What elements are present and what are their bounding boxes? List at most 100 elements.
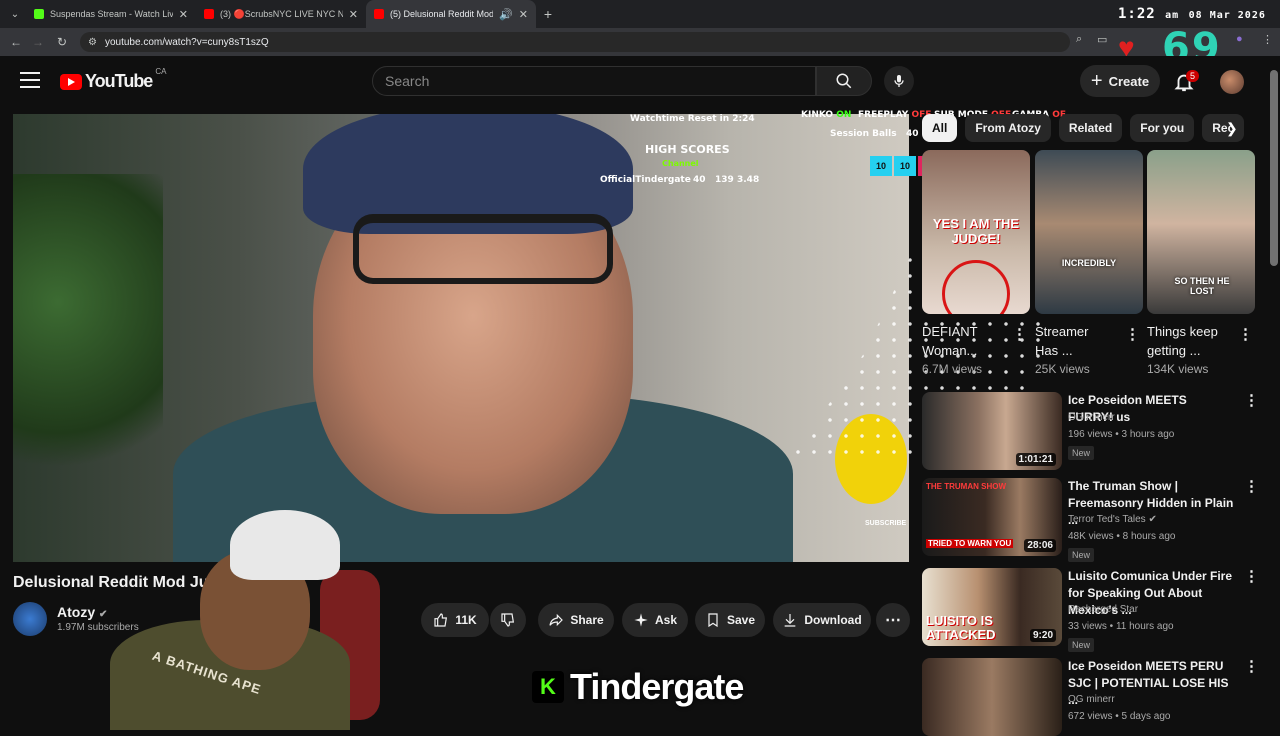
page-scrollbar[interactable] <box>1270 70 1278 266</box>
bookmark-icon <box>708 613 718 628</box>
download-icon <box>784 614 796 627</box>
chip-all[interactable]: All <box>922 114 958 142</box>
chip-for-you[interactable]: For you <box>1130 114 1195 142</box>
video-thumbnail[interactable]: LUISITO IS ATTACKED 9:20 <box>922 568 1062 646</box>
more-vertical-icon[interactable]: ⋮ <box>1238 327 1253 342</box>
video-meta: 196 views • 3 hours ago <box>1068 429 1175 440</box>
channel-name: Terror Ted's Tales ✔ <box>1068 514 1157 525</box>
youtube-favicon-icon <box>204 9 214 19</box>
voice-search-button[interactable] <box>884 66 914 96</box>
reload-icon[interactable]: ↻ <box>50 35 74 49</box>
state: ON <box>836 110 852 120</box>
recommended-video[interactable]: THE TRUMAN SHOW TRIED TO WARN YOU 28:06 … <box>922 478 1262 562</box>
chevron-right-icon[interactable]: ❯ <box>1226 120 1246 140</box>
counter-box: 10 <box>894 156 916 176</box>
channel-name-text: Terror Ted's Tales <box>1068 514 1146 525</box>
short-title[interactable]: Streamer Has ... <box>1035 322 1115 360</box>
browser-tab-active[interactable]: (5) Delusional Reddit Mod 🔊 ✕ <box>366 0 536 28</box>
zoom-icon[interactable]: ⌕ <box>1076 33 1082 46</box>
more-vertical-icon[interactable]: ⋮ <box>1244 569 1259 584</box>
new-badge: New <box>1068 446 1095 460</box>
forward-icon[interactable]: → <box>26 35 50 49</box>
browser-tab[interactable]: (3) 🔴ScrubsNYC LIVE NYC Ne ✕ <box>196 0 366 28</box>
close-tab-icon[interactable]: ✕ <box>349 8 358 21</box>
short-caption: SO THEN HE LOST <box>1174 276 1230 296</box>
short-title[interactable]: DEFIANT Woman... <box>922 322 1002 360</box>
youtube-play-icon <box>60 73 82 90</box>
short-views: 25K views <box>1035 362 1090 376</box>
freeplay-status: FREEPLAY OFF <box>858 110 931 120</box>
browser-tab[interactable]: Suspendas Stream - Watch Live ✕ <box>26 0 196 28</box>
plant-decor <box>13 174 163 494</box>
address-bar[interactable]: ⚙ youtube.com/watch?v=cuny8sT1szQ <box>80 32 1070 52</box>
counter-box: 10 <box>870 156 892 176</box>
recommended-video[interactable]: 1:01:21 Ice Poseidon MEETS FURRY! us OG … <box>922 392 1262 470</box>
video-thumbnail[interactable]: 1:01:21 <box>922 392 1062 470</box>
search-input[interactable]: Search <box>372 66 816 96</box>
channel-name: Recharged Star <box>1068 604 1139 615</box>
tab-title: Suspendas Stream - Watch Live <box>50 9 173 19</box>
chip-related[interactable]: Related <box>1058 114 1123 142</box>
dislike-button[interactable] <box>490 603 526 637</box>
profile-icon[interactable]: ● <box>1236 33 1243 45</box>
ask-button[interactable]: Ask <box>622 603 688 637</box>
watchtime-text: Watchtime Reset in 2:24 <box>630 114 755 124</box>
new-tab-button[interactable]: + <box>536 6 560 22</box>
recommended-video[interactable]: LUISITO IS ATTACKED 9:20 Luisito Comunic… <box>922 568 1262 652</box>
short-thumbnail[interactable]: INCREDIBLY <box>1035 150 1143 314</box>
audio-icon[interactable]: 🔊 <box>499 8 513 21</box>
menu-icon[interactable] <box>20 72 40 88</box>
share-button[interactable]: Share <box>538 603 614 637</box>
like-button[interactable]: 11K <box>421 603 489 637</box>
short-title[interactable]: Things keep getting ... <box>1147 322 1239 360</box>
microphone-icon <box>894 75 904 87</box>
more-vertical-icon[interactable]: ⋮ <box>1244 659 1259 674</box>
short-thumbnail[interactable]: YES I AM THE JUDGE! <box>922 150 1030 314</box>
back-icon[interactable]: ← <box>4 35 28 49</box>
filter-chips: All From Atozy Related For you Rec <box>922 114 1245 142</box>
more-actions-button[interactable]: ⋯ <box>876 603 910 637</box>
streamer-webcam <box>90 510 380 730</box>
short-thumbnail[interactable]: SO THEN HE LOST <box>1147 150 1255 314</box>
video-player[interactable]: SUBSCRIBE <box>13 114 909 562</box>
download-button[interactable]: Download <box>773 603 871 637</box>
close-tab-icon[interactable]: ✕ <box>179 8 188 21</box>
site-info-icon[interactable]: ⚙ <box>88 37 97 48</box>
save-button[interactable]: Save <box>695 603 765 637</box>
person-glasses <box>353 214 613 284</box>
clock-date: 08 Mar 2026 <box>1188 10 1266 21</box>
browser-menu-icon[interactable]: ⋮ <box>1262 33 1273 46</box>
video-thumbnail[interactable] <box>922 658 1062 736</box>
video-thumbnail[interactable]: THE TRUMAN SHOW TRIED TO WARN YOU 28:06 <box>922 478 1062 556</box>
clock-time: 1:22 <box>1118 6 1156 22</box>
more-vertical-icon[interactable]: ⋮ <box>1244 393 1259 408</box>
video-meta: 48K views • 8 hours ago <box>1068 531 1176 542</box>
more-vertical-icon[interactable]: ⋮ <box>1125 327 1140 342</box>
duration-badge: 1:01:21 <box>1015 453 1056 466</box>
video-meta: 33 views • 11 hours ago <box>1068 621 1174 632</box>
account-avatar[interactable] <box>1220 70 1244 94</box>
recommended-video[interactable]: Ice Poseidon MEETS PERU SJC | POTENTIAL … <box>922 658 1262 736</box>
kick-name-badge: K Tindergate <box>532 666 744 708</box>
clock-ampm: am <box>1165 10 1180 21</box>
url-text: youtube.com/watch?v=cuny8sT1szQ <box>104 36 269 48</box>
streamer-hood <box>230 510 340 580</box>
share-icon <box>549 613 564 627</box>
high-scores-channel: Channel <box>662 159 699 168</box>
youtube-logo[interactable]: YouTube CA <box>60 67 166 92</box>
chip-from-channel[interactable]: From Atozy <box>965 114 1051 142</box>
close-tab-icon[interactable]: ✕ <box>519 8 528 21</box>
create-button[interactable]: + Create <box>1080 65 1160 97</box>
more-vertical-icon[interactable]: ⋮ <box>1244 479 1259 494</box>
channel-avatar[interactable] <box>13 602 47 636</box>
kick-logo-icon: K <box>532 671 564 703</box>
video-meta: 672 views • 5 days ago <box>1068 711 1171 722</box>
verified-icon: ✔ <box>1148 514 1157 525</box>
label: KINKO <box>801 110 834 120</box>
more-vertical-icon[interactable]: ⋮ <box>1012 327 1027 342</box>
thumbnail-text: THE TRUMAN SHOW <box>926 482 1006 491</box>
search-button[interactable] <box>816 66 872 96</box>
notification-badge: 5 <box>1186 70 1200 82</box>
tab-search-button[interactable]: ⌄ <box>4 3 26 25</box>
install-icon[interactable]: ▭ <box>1097 33 1107 46</box>
